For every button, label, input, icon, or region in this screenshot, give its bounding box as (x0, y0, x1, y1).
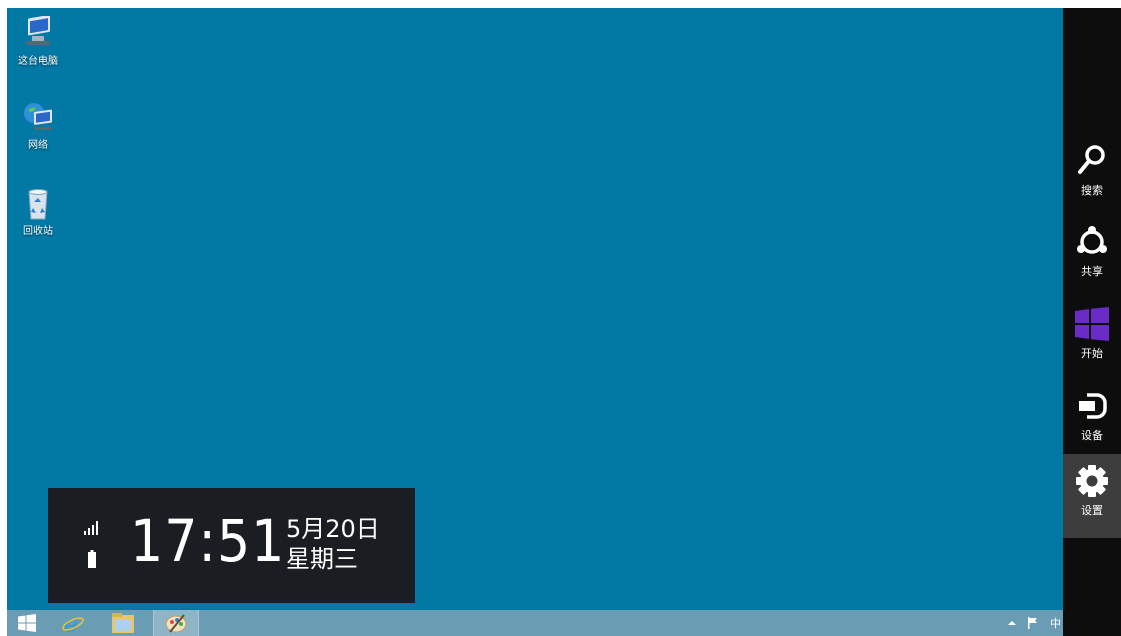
charm-label: 设备 (1081, 429, 1103, 442)
desktop-icon-network[interactable]: 网络 (7, 100, 69, 152)
taskbar: e 中 (7, 610, 1063, 636)
charm-start[interactable]: 开始 (1063, 297, 1121, 381)
charm-settings[interactable]: 设置 (1063, 454, 1121, 538)
taskbar-file-explorer[interactable] (103, 610, 143, 636)
taskbar-internet-explorer[interactable]: e (53, 610, 93, 636)
charm-label: 设置 (1081, 504, 1103, 517)
recycle-bin-icon (28, 189, 48, 220)
charm-search[interactable]: 搜索 (1063, 134, 1121, 218)
clock-time: 17:51 (130, 507, 286, 575)
file-explorer-icon (112, 613, 134, 633)
system-tray: 中 (1008, 610, 1061, 636)
internet-explorer-icon: e (62, 611, 84, 635)
desktop-icon-this-pc[interactable]: 这台电脑 (7, 16, 69, 68)
windows-start-icon (1075, 307, 1109, 341)
action-center-flag-icon[interactable] (1028, 617, 1038, 629)
clock-date-block: 5月20日 星期三 (286, 514, 380, 574)
show-hidden-icons-chevron-icon[interactable] (1008, 620, 1016, 626)
ime-indicator[interactable]: 中 (1050, 615, 1061, 631)
battery-icon (88, 550, 96, 568)
computer-icon (26, 16, 50, 45)
search-icon (1078, 145, 1105, 174)
taskbar-start-button[interactable] (7, 610, 47, 636)
charm-devices[interactable]: 设备 (1063, 379, 1121, 463)
clock-overlay: 17:51 5月20日 星期三 (48, 488, 415, 603)
desktop-icon-recycle-bin[interactable]: 回收站 (7, 186, 69, 238)
share-icon (1077, 226, 1107, 254)
charm-label: 开始 (1081, 347, 1103, 360)
charm-share[interactable]: 共享 (1063, 215, 1121, 299)
signal-icon (84, 521, 98, 535)
settings-gear-icon (1076, 465, 1108, 497)
desktop-icon-label: 网络 (28, 140, 48, 151)
charm-label: 共享 (1081, 265, 1103, 278)
charms-bar: 搜索 共享 开始 设备 设置 (1063, 8, 1121, 636)
charm-label: 搜索 (1081, 184, 1103, 197)
clock-date: 5月20日 (286, 515, 380, 543)
desktop-icon-label: 这台电脑 (18, 56, 58, 67)
taskbar-paint[interactable] (153, 610, 199, 636)
clock-weekday: 星期三 (286, 545, 358, 573)
desktop-icon-label: 回收站 (23, 226, 53, 237)
windows-start-icon (18, 614, 36, 632)
devices-icon (1079, 393, 1107, 419)
network-icon (24, 103, 52, 130)
paint-icon (165, 614, 187, 633)
